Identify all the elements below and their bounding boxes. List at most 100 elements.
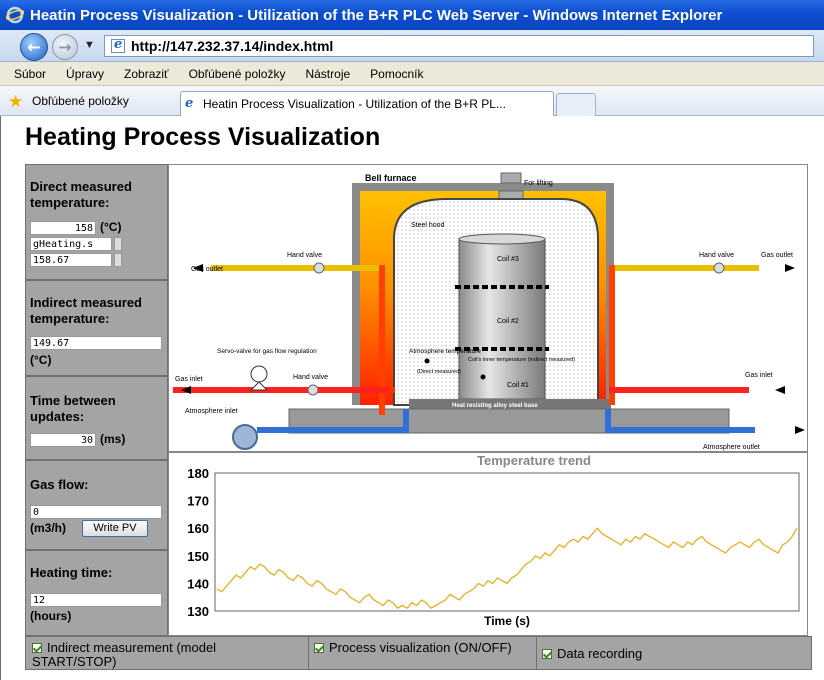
divider — [536, 637, 537, 669]
new-tab-button[interactable] — [556, 93, 596, 116]
x-axis-label: Time (s) — [484, 614, 530, 628]
lifting-hook — [500, 172, 522, 184]
ie-logo-icon — [6, 6, 24, 24]
arrow-gas-outlet-right-icon — [785, 264, 795, 272]
atm-inlet-label: Atmosphere inlet — [185, 408, 238, 415]
favorites-star-icon[interactable]: ★ — [8, 93, 23, 110]
menu-edit[interactable]: Úpravy — [66, 67, 104, 81]
hand-valve-right-label: Hand valve — [699, 252, 734, 259]
forward-button[interactable]: → — [52, 34, 78, 60]
hand-valve-left-label: Hand valve — [287, 252, 322, 259]
tab-active[interactable]: e Heatin Process Visualization - Utiliza… — [180, 91, 554, 116]
page-title: Heating Process Visualization — [25, 123, 381, 151]
atm-temp-sensor-icon — [424, 358, 430, 364]
favorites-button[interactable]: Obľúbené položky — [32, 94, 129, 108]
ie-page-icon: e — [185, 96, 194, 111]
coil2-label: Coil #2 — [497, 318, 519, 325]
servo-valve-icon[interactable] — [250, 365, 268, 383]
data-recording-checkbox[interactable]: Data recording — [542, 647, 742, 661]
heating-time-block: Heating time: 12 (hours) — [25, 550, 168, 636]
page-icon — [111, 37, 125, 53]
direct-temp-block: Direct measured temperature: 158 (°C) gH… — [25, 164, 168, 280]
trend-svg: Temperature trend 130 140 150 160 170 180 Tim… — [187, 453, 800, 628]
gas-outlet-pipe-right — [609, 265, 759, 271]
menu-view[interactable]: Zobraziť — [124, 67, 169, 81]
gas-inlet-pipe-left — [173, 387, 387, 393]
hand-valve-right-icon[interactable] — [713, 262, 725, 274]
arrow-atm-outlet-icon — [795, 426, 805, 434]
y-tick-label: 170 — [187, 494, 209, 509]
indirect-temp-value: 149.67 — [30, 336, 162, 350]
arrow-gas-inlet-right-icon — [775, 386, 785, 394]
chart-title: Temperature trend — [477, 453, 591, 468]
furnace-svg: Bell furnace For lifting Steel hood Coil… — [173, 172, 805, 451]
furnace-diagram: Bell furnace For lifting Steel hood Coil… — [168, 164, 808, 452]
coil3-label: Coil #3 — [497, 256, 519, 263]
atm-temp-label: Atmosphere temperature — [409, 348, 481, 355]
indirect-temp-block: Indirect measured temperature: 149.67 (°… — [25, 280, 168, 376]
gas-flow-unit: (m3/h) — [30, 521, 66, 535]
tab-title: Heatin Process Visualization - Utilizati… — [203, 97, 506, 111]
control-panel: Direct measured temperature: 158 (°C) gH… — [25, 164, 168, 636]
heating-time-label: Heating time: — [30, 565, 113, 580]
steel-hood-label: Steel hood — [411, 222, 445, 229]
for-lifting-label: For lifting — [524, 180, 553, 187]
window-title-bar: Heatin Process Visualization - Utilizati… — [0, 0, 824, 30]
gas-flow-input[interactable]: 0 — [30, 505, 162, 519]
y-axis: 130 140 150 160 170 180 — [187, 466, 209, 619]
atm-outlet-pipe — [605, 427, 755, 433]
address-bar: ← → ▼ http://147.232.37.14/index.html — [0, 30, 824, 62]
window-title: Heatin Process Visualization - Utilizati… — [30, 6, 723, 24]
update-time-unit: (ms) — [100, 432, 126, 446]
history-dropdown-icon[interactable]: ▼ — [84, 39, 95, 51]
url-input[interactable]: http://147.232.37.14/index.html — [104, 35, 814, 57]
gas-flow-block: Gas flow: 0 (m3/h) Write PV — [25, 460, 168, 550]
update-time-label: Time between updates: — [30, 393, 116, 424]
fan-icon — [232, 424, 258, 450]
precise-spinner[interactable] — [114, 253, 122, 267]
url-text: http://147.232.37.14/index.html — [131, 38, 334, 54]
bell-furnace-label: Bell furnace — [365, 173, 417, 183]
coil-inner-label: Coil's inner temperature (indirect measu… — [468, 357, 575, 363]
y-tick-label: 130 — [187, 604, 209, 619]
gas-outlet-pipe-left — [211, 265, 383, 271]
y-tick-label: 140 — [187, 576, 209, 591]
back-button[interactable]: ← — [20, 33, 48, 61]
y-tick-label: 180 — [187, 466, 209, 481]
checkbox-icon — [314, 643, 324, 653]
menu-tools[interactable]: Nástroje — [305, 67, 350, 81]
gas-flow-label: Gas flow: — [30, 477, 89, 492]
write-pv-button[interactable]: Write PV — [82, 520, 148, 537]
checkbox-icon — [542, 649, 552, 659]
coil-temp-sensor-icon — [480, 374, 486, 380]
indirect-temp-label: Indirect measured temperature: — [30, 295, 142, 326]
variable-select[interactable]: gHeating.s — [30, 237, 112, 251]
menu-file[interactable]: Súbor — [14, 67, 46, 81]
direct-temp-label: Direct measured temperature: — [30, 179, 132, 210]
menu-favorites[interactable]: Obľúbené položky — [189, 67, 286, 81]
base-label: Heat resisting alloy steel base — [452, 403, 538, 409]
servo-valve-label: Servo-valve for gas flow regulation — [217, 348, 317, 355]
menu-help[interactable]: Pomocník — [370, 67, 423, 81]
gas-inlet-right-label: Gas inlet — [745, 372, 773, 379]
coil1-label: Coil #1 — [507, 382, 529, 389]
y-tick-label: 160 — [187, 521, 209, 536]
direct-measured-label: (Direct measured) — [417, 369, 461, 375]
page-content: Heating Process Visualization Direct mea… — [0, 116, 824, 680]
update-time-input[interactable]: 30 — [30, 433, 96, 447]
direct-temp-value: 158 — [30, 221, 96, 235]
indirect-temp-unit: (°C) — [30, 353, 52, 367]
back-arrow-icon: ← — [27, 37, 41, 57]
gas-inlet-pipe-right — [609, 387, 749, 393]
options-bar: Indirect measurement (model START/STOP) … — [25, 636, 812, 670]
variable-spinner[interactable] — [114, 237, 122, 251]
hand-valve-inlet-icon[interactable] — [307, 384, 319, 396]
process-visualization-checkbox[interactable]: Process visualization (ON/OFF) — [314, 641, 514, 655]
heating-time-input[interactable]: 12 — [30, 593, 162, 607]
plot-area — [214, 472, 800, 612]
checkbox-icon — [32, 643, 42, 653]
hand-valve-left-icon[interactable] — [313, 262, 325, 274]
indirect-measurement-checkbox[interactable]: Indirect measurement (model START/STOP) — [32, 641, 302, 669]
gas-outlet-right-label: Gas outlet — [761, 252, 793, 259]
hand-valve-inlet-label: Hand valve — [293, 374, 328, 381]
